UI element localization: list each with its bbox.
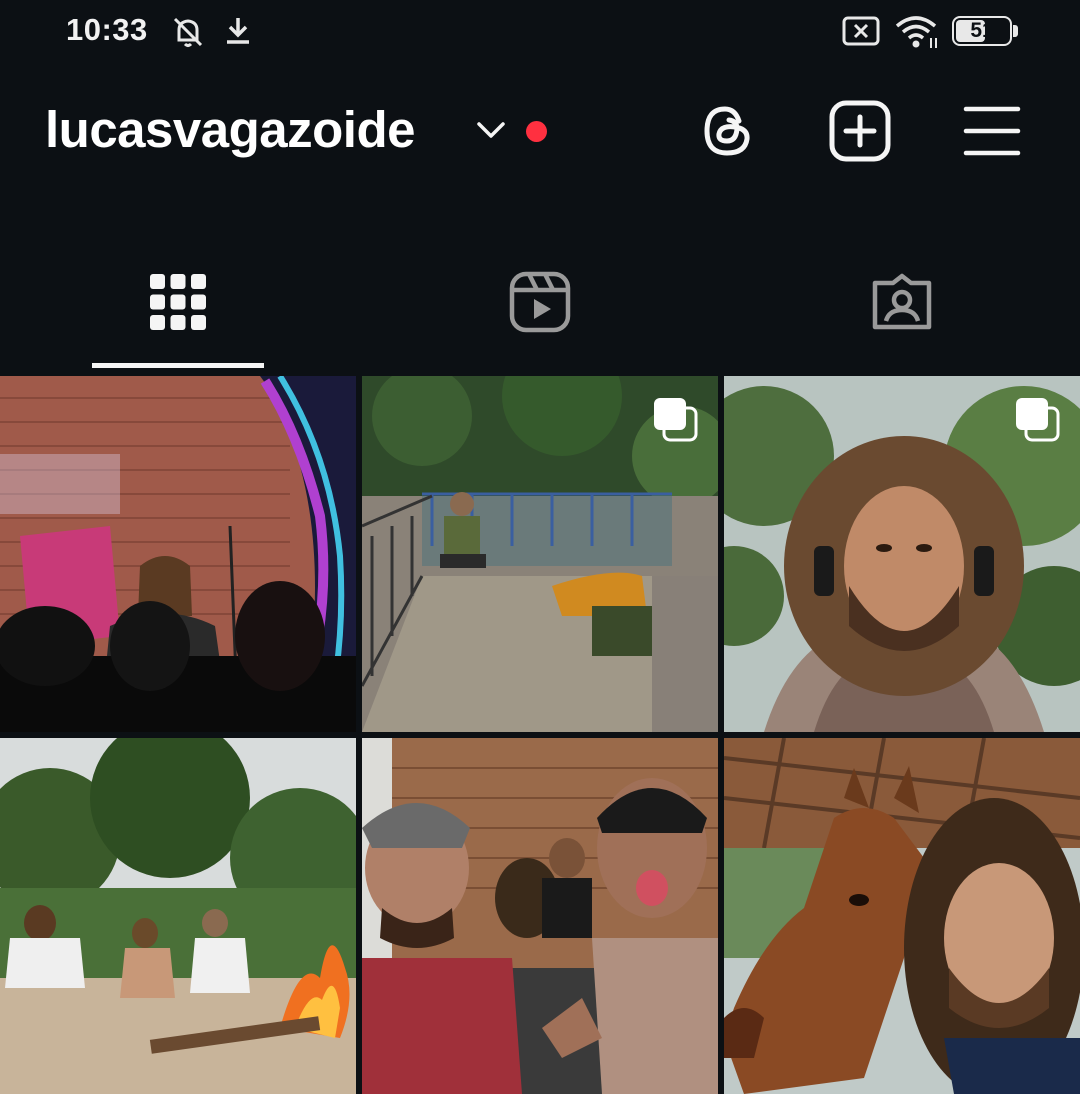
add-post-icon <box>828 99 892 168</box>
status-bar: 10:33 51 <box>0 0 1080 64</box>
profile-username[interactable]: lucasvagazoide <box>45 100 416 159</box>
status-time: 10:33 <box>66 12 148 47</box>
post-image <box>362 738 718 1094</box>
battery-level: 51 <box>970 19 994 42</box>
threads-button[interactable] <box>694 100 760 166</box>
menu-icon <box>962 103 1022 164</box>
no-sim-icon <box>842 16 880 51</box>
menu-button[interactable] <box>959 100 1025 166</box>
multiple-photos-icon <box>1014 396 1060 447</box>
battery-icon: 51 <box>952 16 1012 46</box>
post-image <box>0 738 356 1094</box>
threads-icon <box>697 101 757 166</box>
create-post-button[interactable] <box>827 100 893 166</box>
bell-off-icon <box>170 14 206 55</box>
post-thumbnail[interactable] <box>0 738 356 1094</box>
post-image <box>724 738 1080 1094</box>
post-thumbnail[interactable] <box>0 376 356 732</box>
tab-posts-grid[interactable] <box>138 268 218 340</box>
grid-icon <box>149 273 207 336</box>
post-thumbnail[interactable] <box>362 376 718 732</box>
post-thumbnail[interactable] <box>724 376 1080 732</box>
wifi-icon <box>894 14 940 55</box>
tagged-icon <box>871 273 933 336</box>
tab-selected-indicator <box>92 363 264 368</box>
post-thumbnail[interactable] <box>362 738 718 1094</box>
tab-reels[interactable] <box>500 268 580 340</box>
notification-dot <box>526 121 547 142</box>
posts-grid <box>0 376 1080 1094</box>
reels-icon <box>509 271 571 338</box>
multiple-photos-icon <box>652 396 698 447</box>
post-image <box>0 376 356 732</box>
chevron-down-icon[interactable] <box>476 120 506 147</box>
tab-tagged[interactable] <box>862 268 942 340</box>
post-thumbnail[interactable] <box>724 738 1080 1094</box>
download-icon <box>222 14 254 53</box>
